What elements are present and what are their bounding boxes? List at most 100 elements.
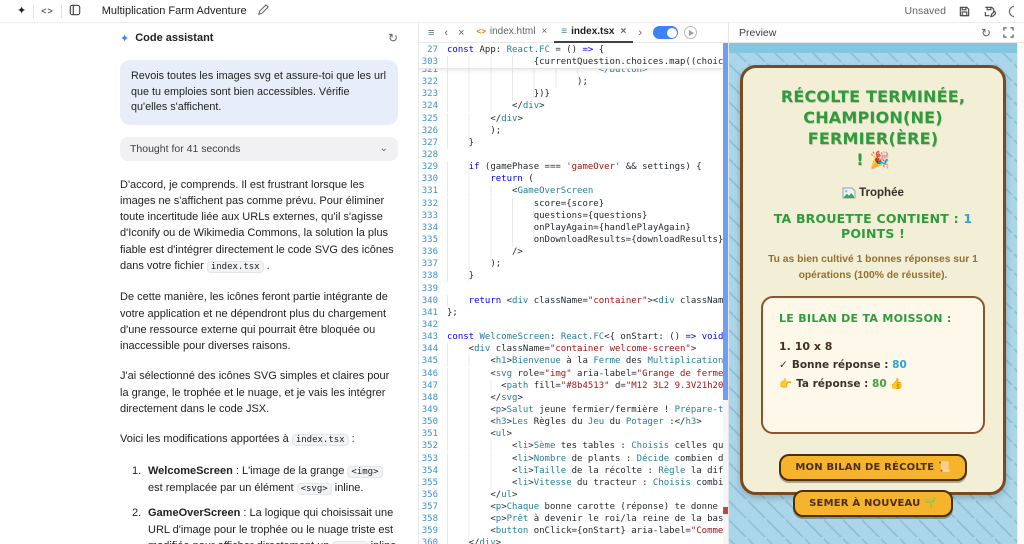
code-line: 339 xyxy=(419,283,728,295)
code-view-icon[interactable]: <> xyxy=(34,0,61,23)
trophy-alt-text: Trophée xyxy=(859,187,904,199)
thought-label: Thought for 41 seconds xyxy=(130,143,240,155)
code-line: 333questions={questions} xyxy=(419,210,728,222)
assistant-paragraph: J'ai sélectionné des icônes SVG simples … xyxy=(120,368,398,417)
code-line: 334onPlayAgain={handlePlayAgain} xyxy=(419,222,728,234)
score-line: Ta brouette contient : 1 points ! xyxy=(751,211,995,241)
code-line: 352<li>Sème tes tables : Choisis celles … xyxy=(419,440,728,452)
title-line: Champion(ne) Fermier(ère) xyxy=(751,107,995,149)
run-icon[interactable] xyxy=(684,26,697,39)
auto-run-toggle[interactable] xyxy=(653,26,678,39)
edit-title-icon[interactable] xyxy=(257,4,269,19)
editor-tabbar: ≡ ‹ × <> index.html × ≡ index.tsx × › xyxy=(419,23,728,43)
code-assistant-panel: ✦ Code assistant ↻ Revois toutes les ima… xyxy=(0,23,419,544)
fullscreen-icon[interactable] xyxy=(1003,27,1014,38)
code-line: 356</ul> xyxy=(419,489,728,501)
code-line: 337); xyxy=(419,258,728,270)
tab-label: index.tsx xyxy=(571,26,614,37)
code-line: 331<GameOverScreen xyxy=(419,185,728,197)
code-line: 350<h3>Les Règles du Jeu du Potager :</h… xyxy=(419,416,728,428)
code-line: 328 xyxy=(419,149,728,161)
clipped-toolbar-icon[interactable] xyxy=(1008,5,1014,18)
code-line: 325</div> xyxy=(419,113,728,125)
close-icon[interactable]: × xyxy=(453,27,469,39)
overview-ruler-marker xyxy=(723,507,728,514)
sky-band xyxy=(729,43,1024,53)
chevron-down-icon: ⌄ xyxy=(380,143,388,154)
game-over-title: Récolte Terminée,Champion(ne) Fermier(èr… xyxy=(751,86,995,170)
score-summary: Tu as bien cultivé 1 bonnes réponses sur… xyxy=(751,252,995,283)
code-line: 336/> xyxy=(419,246,728,258)
tab-index-tsx[interactable]: ≡ index.tsx × xyxy=(554,23,633,43)
harvest-report-button[interactable]: Mon bilan de récolte 📜 xyxy=(779,454,966,481)
tab-index-html[interactable]: <> index.html × xyxy=(470,23,555,43)
code-line: 332score={score} xyxy=(419,198,728,210)
code-line: 340return <div className="container"><di… xyxy=(419,295,728,307)
sparkle-icon[interactable]: ✦ xyxy=(10,0,33,23)
code-line: 360</div> xyxy=(419,537,728,544)
code-line: 303{currentQuestion.choices.map((choice, xyxy=(419,56,723,68)
code-line: 324</div> xyxy=(419,100,728,112)
harvest-report-card: Le bilan de ta moisson : 1. 10 x 8 ✓Bonn… xyxy=(761,296,985,434)
tab-label: index.html xyxy=(490,26,536,37)
list-item: 1.WelcomeScreen : L'image de la grange <… xyxy=(120,463,398,498)
code-line: 335onDownloadResults={downloadResults} xyxy=(419,234,728,246)
code-line: 349<p>Salut jeune fermier/fermière ! Pré… xyxy=(419,404,728,416)
close-tab-icon[interactable]: × xyxy=(621,26,627,37)
report-heading: Le bilan de ta moisson : xyxy=(779,312,967,325)
code-line: 344<div className="container welcome-scr… xyxy=(419,343,728,355)
assistant-paragraph: Voici les modifications apportées à inde… xyxy=(120,431,398,448)
code-line: 355<li>Vitesse du tracteur : Choisis com… xyxy=(419,477,728,489)
assistant-response: D'accord, je comprends. Il est frustrant… xyxy=(120,177,398,544)
code-line: 346<svg role="img" aria-label="Grange de… xyxy=(419,368,728,380)
code-line: 345<h1>Bienvenue à la Ferme des Multipli… xyxy=(419,355,728,367)
code-line: 343const WelcomeScreen: React.FC<{ onSta… xyxy=(419,331,728,343)
title-line: ! 🎉 xyxy=(751,149,995,170)
code-area[interactable]: 321</button>322);323})}324</div>325</div… xyxy=(419,43,728,544)
refresh-preview-icon[interactable]: ↻ xyxy=(981,26,991,40)
editor-scrollbar-thumb[interactable] xyxy=(723,43,728,400)
refresh-chat-icon[interactable]: ↻ xyxy=(388,31,398,45)
code-line: 351<ul> xyxy=(419,428,728,440)
code-line: 357<p>Chaque bonne carotte (réponse) te … xyxy=(419,501,728,513)
play-again-button[interactable]: Semer à nouveau 🌱 xyxy=(793,490,953,517)
back-icon[interactable]: ‹ xyxy=(439,27,453,39)
code-line: 327} xyxy=(419,137,728,149)
save-icon[interactable] xyxy=(958,5,971,18)
question-line: 1. 10 x 8 xyxy=(779,340,967,353)
document-title: Multiplication Farm Adventure xyxy=(102,5,247,17)
thought-collapse-row[interactable]: Thought for 41 seconds ⌄ xyxy=(120,137,398,161)
notebook-icon[interactable] xyxy=(62,0,88,23)
forward-icon[interactable]: › xyxy=(633,27,647,39)
score-value: 1 xyxy=(963,211,972,226)
html-file-icon: <> xyxy=(477,27,486,36)
game-preview: Récolte Terminée,Champion(ne) Fermier(èr… xyxy=(729,43,1024,544)
code-line: 342 xyxy=(419,319,728,331)
code-line: 358<p>Prêt à devenir le roi/la reine de … xyxy=(419,513,728,525)
code-line: 330return ( xyxy=(419,173,728,185)
code-line: 354<li>Taille de la récolte : Règle la d… xyxy=(419,465,728,477)
assistant-paragraph: D'accord, je comprends. Il est frustrant… xyxy=(120,177,398,276)
code-line: 322); xyxy=(419,76,728,88)
code-line: 353<li>Nombre de plants : Décide combien… xyxy=(419,453,728,465)
broken-image-icon xyxy=(842,187,856,199)
assistant-panel-title: Code assistant xyxy=(135,32,213,44)
close-tab-icon[interactable]: × xyxy=(541,26,547,37)
unsaved-status: Unsaved xyxy=(905,5,946,17)
list-item: 2.GameOverScreen : La logique qui choisi… xyxy=(120,505,398,544)
tsx-file-icon: ≡ xyxy=(561,26,567,37)
preview-panel: Preview ↻ Récolte Terminée,Champion(ne) … xyxy=(729,23,1024,544)
preview-title: Preview xyxy=(739,27,776,39)
assistant-sparkle-icon: ✦ xyxy=(120,32,129,45)
code-line: 326); xyxy=(419,125,728,137)
code-line: 359<button onClick={onStart} aria-label=… xyxy=(419,525,728,537)
user-message-bubble: Revois toutes les images svg et assure-t… xyxy=(120,60,398,125)
app-topbar: ✦ <> Multiplication Farm Adventure Unsav… xyxy=(0,0,1024,23)
assistant-numbered-list: 1.WelcomeScreen : L'image de la grange <… xyxy=(120,463,398,544)
save-as-icon[interactable] xyxy=(983,5,996,18)
code-line: 341}; xyxy=(419,307,728,319)
title-line: Récolte Terminée, xyxy=(751,86,995,107)
code-line: 329if (gamePhase === 'gameOver' && setti… xyxy=(419,161,728,173)
code-editor-panel: ≡ ‹ × <> index.html × ≡ index.tsx × › 32… xyxy=(419,23,729,544)
file-list-icon[interactable]: ≡ xyxy=(423,27,439,39)
